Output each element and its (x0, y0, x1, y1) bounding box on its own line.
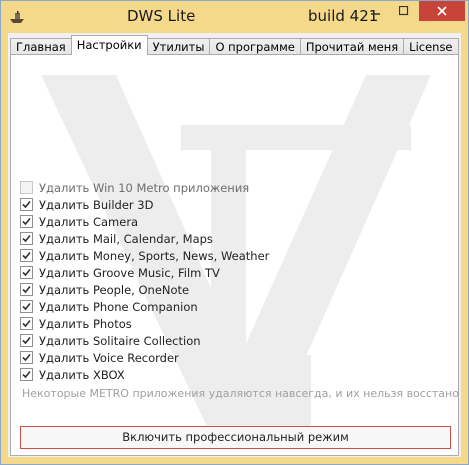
minimize-icon (370, 13, 380, 15)
tab-settings[interactable]: Настройки (70, 35, 148, 55)
checkbox-label: Удалить Photos (39, 316, 132, 331)
checkmark-icon (22, 234, 31, 243)
checkbox[interactable] (20, 181, 33, 194)
client-area: Главная Настройки Утилиты О программе Пр… (8, 33, 461, 457)
checkbox-label: Удалить Phone Companion (39, 299, 198, 314)
checkmark-icon (22, 217, 31, 226)
window-title: DWS Lite (127, 7, 196, 25)
checkbox[interactable] (20, 215, 33, 228)
checkbox-label: Удалить Money, Sports, News, Weather (39, 248, 270, 263)
checkbox-row[interactable]: Удалить Photos (20, 315, 269, 332)
checkbox-label: Удалить Groove Music, Film TV (39, 265, 220, 280)
checkbox[interactable] (20, 351, 33, 364)
app-window: DWS Lite build 421 Главная Настройки Ути… (0, 0, 469, 465)
checkmark-icon (22, 200, 31, 209)
checkmark-icon (22, 370, 31, 379)
checkmark-icon (22, 285, 31, 294)
close-icon (437, 6, 447, 16)
checkbox[interactable] (20, 300, 33, 313)
checkbox[interactable] (20, 249, 33, 262)
checkbox[interactable] (20, 368, 33, 381)
checkbox-label: Удалить Builder 3D (39, 197, 154, 212)
checkbox-row[interactable]: Удалить Camera (20, 213, 269, 230)
checkbox-row[interactable]: Удалить Phone Companion (20, 298, 269, 315)
checkbox-row[interactable]: Удалить Voice Recorder (20, 349, 269, 366)
checkbox-row[interactable]: Удалить Money, Sports, News, Weather (20, 247, 269, 264)
maximize-icon (398, 6, 408, 16)
tab-main[interactable]: Главная (10, 38, 72, 55)
checkbox-row[interactable]: Удалить Builder 3D (20, 196, 269, 213)
checkbox-label: Удалить Win 10 Metro приложения (39, 180, 250, 195)
checkbox-row[interactable]: Удалить Mail, Calendar, Maps (20, 230, 269, 247)
checkbox-label: Удалить XBOX (39, 367, 125, 382)
checkbox-row[interactable]: Удалить Groove Music, Film TV (20, 264, 269, 281)
checkmark-icon (22, 251, 31, 260)
checkmark-icon (22, 336, 31, 345)
tab-strip: Главная Настройки Утилиты О программе Пр… (10, 35, 459, 55)
tab-about[interactable]: О программе (209, 38, 301, 55)
warning-note: Некоторые METRO приложения удаляются нав… (22, 387, 459, 400)
checkbox-row[interactable]: Удалить XBOX (20, 366, 269, 383)
checkbox-label: Удалить Camera (39, 214, 139, 229)
checkbox[interactable] (20, 334, 33, 347)
checkbox[interactable] (20, 283, 33, 296)
checkmark-icon (22, 268, 31, 277)
checkbox[interactable] (20, 232, 33, 245)
checkbox-label: Удалить People, OneNote (39, 282, 190, 297)
tab-license[interactable]: License (403, 38, 459, 55)
checkbox[interactable] (20, 198, 33, 211)
tab-readme[interactable]: Прочитай меня (299, 38, 405, 55)
checkbox[interactable] (20, 266, 33, 279)
checkmark-icon (22, 353, 31, 362)
checkmark-icon (22, 302, 31, 311)
checkbox[interactable] (20, 317, 33, 330)
tab-utilities[interactable]: Утилиты (146, 38, 211, 55)
maximize-button[interactable] (390, 1, 417, 21)
minimize-button[interactable] (362, 1, 389, 21)
checkbox-label: Удалить Solitaire Collection (39, 333, 201, 348)
title-bar[interactable]: DWS Lite build 421 (1, 1, 468, 33)
checkbox-label: Удалить Voice Recorder (39, 350, 179, 365)
close-button[interactable] (419, 1, 465, 21)
checkmark-icon (22, 319, 31, 328)
checkbox-row[interactable]: Удалить People, OneNote (20, 281, 269, 298)
settings-panel: Удалить Win 10 Metro приложения Удалить B… (10, 54, 459, 456)
checkbox-row[interactable]: Удалить Win 10 Metro приложения (20, 179, 269, 196)
pro-mode-button[interactable]: Включить профессиональный режим (20, 426, 451, 449)
checkbox-row[interactable]: Удалить Solitaire Collection (20, 332, 269, 349)
checkbox-label: Удалить Mail, Calendar, Maps (39, 231, 213, 246)
metro-apps-list: Удалить Win 10 Metro приложения Удалить B… (20, 179, 269, 383)
ship-icon[interactable] (9, 10, 25, 24)
